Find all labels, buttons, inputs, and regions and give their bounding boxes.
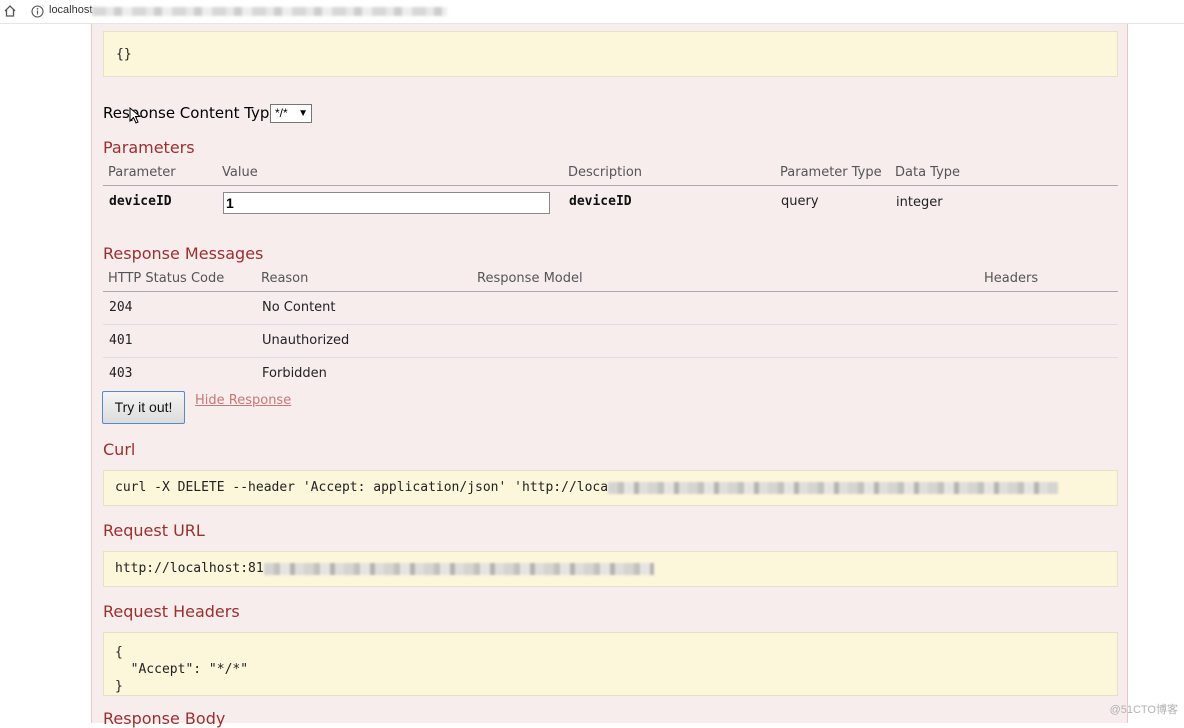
resp-col-headers: Headers (984, 271, 1038, 286)
row-divider (103, 357, 1118, 358)
request-headers-line: { (115, 644, 1117, 661)
request-url-heading: Request URL (103, 521, 205, 540)
url-host-text[interactable]: localhost (49, 4, 92, 16)
response-messages-heading: Response Messages (103, 244, 263, 263)
param-col-value: Value (222, 165, 258, 180)
curl-command: curl -X DELETE --header 'Accept: applica… (115, 480, 608, 495)
response-header-rule (103, 291, 1118, 292)
browser-address-bar[interactable]: localhost (0, 0, 1184, 24)
status-code-403: 403 (109, 366, 132, 381)
param-value-input[interactable]: 1 (223, 192, 550, 214)
request-headers-line: "Accept": "*/*" (115, 661, 1117, 678)
curl-box: curl -X DELETE --header 'Accept: applica… (103, 470, 1118, 506)
hide-response-link[interactable]: Hide Response (195, 393, 291, 408)
request-url-redacted (264, 563, 654, 575)
response-body-heading: Response Body (103, 709, 225, 728)
param-col-data-type: Data Type (895, 165, 960, 180)
curl-heading: Curl (103, 440, 135, 459)
try-it-out-button[interactable]: Try it out! (102, 391, 185, 424)
mouse-cursor-icon (129, 107, 143, 125)
url-redacted (92, 7, 447, 16)
reason-401: Unauthorized (262, 333, 349, 348)
param-col-parameter-type: Parameter Type (780, 165, 882, 180)
param-type: query (781, 194, 819, 209)
status-code-401: 401 (109, 333, 132, 348)
response-content-type-value: */* (275, 106, 288, 120)
parameters-heading: Parameters (103, 138, 195, 157)
request-headers-line: } (115, 678, 1117, 695)
request-headers-heading: Request Headers (103, 602, 240, 621)
resp-col-reason: Reason (261, 271, 308, 286)
param-col-description: Description (568, 165, 642, 180)
request-url-text: http://localhost:81 (115, 561, 264, 576)
param-name: deviceID (109, 194, 172, 209)
body-param-value: {} (116, 47, 132, 62)
info-icon[interactable] (31, 5, 44, 18)
param-data-type: integer (896, 195, 943, 210)
param-value-text: 1 (226, 195, 234, 211)
request-headers-box: { "Accept": "*/*"} (103, 632, 1118, 696)
watermark: @51CTO博客 (1110, 701, 1178, 717)
status-code-204: 204 (109, 300, 132, 315)
reason-403: Forbidden (262, 366, 327, 381)
home-icon[interactable] (3, 4, 17, 18)
operation-panel: {} Response Content Type */* ▼ Parameter… (91, 24, 1128, 723)
resp-col-status-code: HTTP Status Code (108, 271, 224, 286)
resp-col-response-model: Response Model (477, 271, 583, 286)
dropdown-arrow-icon: ▼ (298, 105, 308, 122)
param-col-parameter: Parameter (108, 165, 176, 180)
body-param-box: {} (103, 31, 1118, 77)
parameters-header-rule (103, 185, 1118, 186)
curl-redacted (608, 482, 1058, 494)
reason-204: No Content (262, 300, 336, 315)
param-description: deviceID (569, 194, 632, 209)
response-content-type-select[interactable]: */* ▼ (270, 104, 312, 123)
row-divider (103, 324, 1118, 325)
request-url-box: http://localhost:81 (103, 551, 1118, 587)
